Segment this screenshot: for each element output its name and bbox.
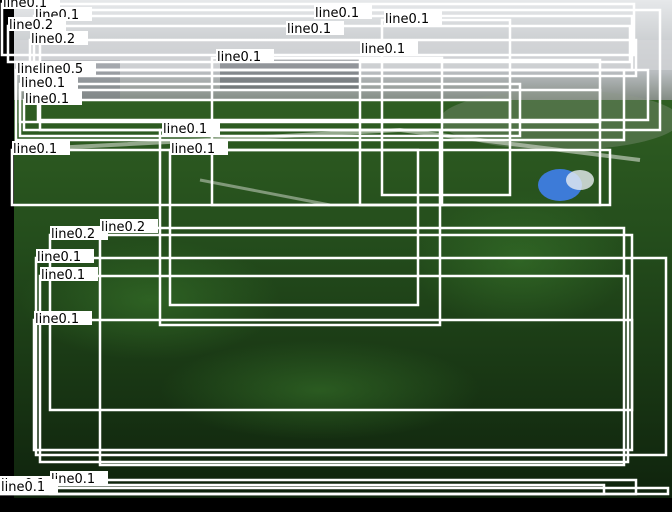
detection-label: line0.1 (1, 480, 45, 495)
detection-label: line0.5 (39, 62, 83, 77)
detection-label: line0.1 (385, 12, 429, 27)
detection-label: line0.1 (361, 42, 405, 57)
detection-label: line0.1 (21, 76, 65, 91)
detection-label: line0.1 (287, 22, 331, 37)
detection-label: line0.2 (31, 32, 75, 47)
detection-overlay: line0.1line0.1line0.2line0.2line0.1line0… (0, 0, 670, 496)
detection-box (32, 318, 634, 452)
detection-label: line0.2 (9, 18, 53, 33)
detection-label: line0.2 (101, 220, 145, 235)
detection-label: line0.1 (315, 6, 359, 21)
detection-label: line0.1 (171, 142, 215, 157)
detection-box (10, 148, 612, 207)
detection-box (18, 82, 522, 138)
detection-box (210, 56, 444, 207)
detection-box (98, 226, 626, 467)
detection-label: line0.1 (13, 142, 57, 157)
detection-box (358, 58, 602, 207)
detection-label: line0.2 (51, 227, 95, 242)
detection-label: line0.1 (25, 92, 69, 107)
detection-label: line0.1 (35, 312, 79, 327)
detection-box (36, 68, 650, 122)
detection-label: line0.1 (163, 122, 207, 137)
detection-box (0, 486, 670, 496)
detection-box (34, 256, 668, 457)
detection-box (22, 98, 512, 132)
detection-label: line0.1 (217, 50, 261, 65)
detection-box (18, 88, 602, 124)
detection-label: line0.1 (37, 250, 81, 265)
detection-box (48, 233, 634, 412)
detection-label: line0.1 (41, 268, 85, 283)
